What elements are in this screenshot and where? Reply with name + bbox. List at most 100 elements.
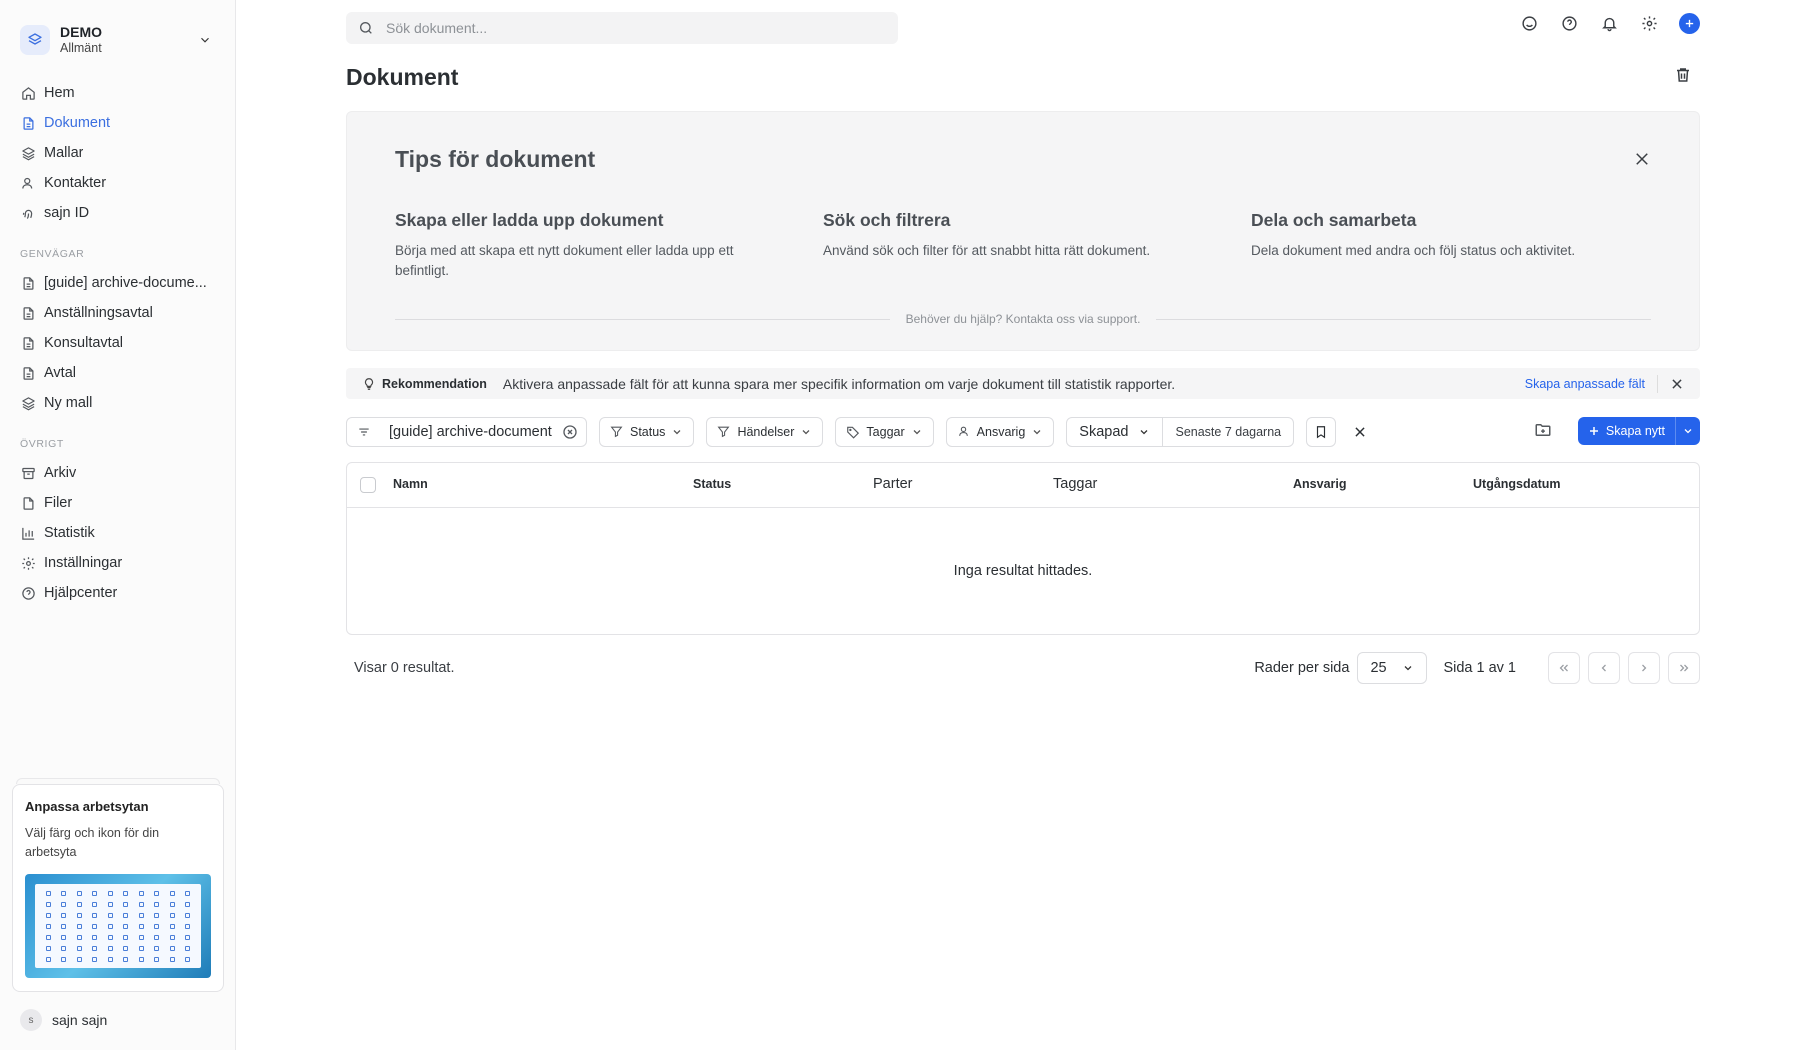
column-header-responsible[interactable]: Ansvarig <box>1293 477 1347 491</box>
promo-text: Välj färg och ikon för din arbetsyta <box>25 826 160 859</box>
sidebar-item-sajn-id[interactable]: sajn ID <box>12 198 223 228</box>
sidebar-item-label: Mallar <box>44 145 84 161</box>
column-header-parties: Parter <box>873 476 913 492</box>
responsible-filter-button[interactable]: Ansvarig <box>945 417 1055 447</box>
sidebar-item-label: Filer <box>44 495 73 511</box>
close-icon[interactable] <box>1670 377 1684 391</box>
select-all-checkbox[interactable] <box>360 477 376 493</box>
chevron-down-icon <box>1138 426 1150 438</box>
last-page-button[interactable] <box>1668 652 1700 684</box>
search-input[interactable] <box>386 20 866 36</box>
sidebar-item-archive[interactable]: Arkiv <box>12 458 223 488</box>
sidebar-item-label: Statistik <box>44 525 95 541</box>
sidebar-item-label: sajn ID <box>44 205 90 221</box>
document-search-filter[interactable]: [guide] archive-document <box>346 417 587 447</box>
tips-help-divider: Behöver du hjälp? Kontakta oss via suppo… <box>395 312 1652 326</box>
column-header-expiry-date[interactable]: Utgångsdatum <box>1473 477 1561 491</box>
filter-lines-icon <box>357 425 371 439</box>
sidebar-item-label: Inställningar <box>44 555 123 571</box>
created-date-filter: Skapad Senaste 7 dagarna <box>1066 417 1295 447</box>
recommendation-banner: Rekommendation Aktivera anpassade fält f… <box>346 368 1700 399</box>
customize-workspace-card[interactable]: Anpassa arbetsytan Välj färg och ikon fö… <box>12 784 224 992</box>
created-range-button[interactable]: Senaste 7 dagarna <box>1163 418 1293 446</box>
layers-icon <box>20 395 36 411</box>
sidebar-item-templates[interactable]: Mallar <box>12 138 223 168</box>
gear-icon[interactable] <box>1639 14 1659 34</box>
bookmark-button[interactable] <box>1306 417 1337 447</box>
status-filter-label: Status <box>630 425 666 439</box>
topbar <box>346 12 1700 44</box>
events-filter-label: Händelser <box>737 425 795 439</box>
column-header-tags: Taggar <box>1053 476 1098 492</box>
column-header-status[interactable]: Status <box>693 477 731 491</box>
chevron-right-icon <box>1638 662 1650 674</box>
filter-bar: [guide] archive-document Status Händelse… <box>346 417 1700 447</box>
trash-icon[interactable] <box>1674 66 1694 86</box>
create-custom-fields-link[interactable]: Skapa anpassade fält <box>1525 377 1645 391</box>
plus-circle-icon[interactable] <box>1679 13 1700 34</box>
sidebar-shortcut-item[interactable]: Konsultavtal <box>12 328 223 358</box>
help-icon[interactable] <box>1559 14 1579 34</box>
column-header-name[interactable]: Namn <box>393 477 428 491</box>
events-filter-button[interactable]: Händelser <box>706 417 824 447</box>
create-new-button[interactable]: Skapa nytt <box>1578 417 1676 445</box>
chevron-down-icon[interactable] <box>195 30 215 50</box>
sidebar-item-settings[interactable]: Inställningar <box>12 548 223 578</box>
sidebar-item-label: Hem <box>44 85 75 101</box>
search-filter-value[interactable]: [guide] archive-document <box>389 424 554 440</box>
sidebar-item-home[interactable]: Hem <box>12 78 223 108</box>
sidebar-shortcut-item[interactable]: Ny mall <box>12 388 223 418</box>
tip-text: Dela dokument med andra och följ status … <box>1251 243 1576 258</box>
sidebar-item-statistics[interactable]: Statistik <box>12 518 223 548</box>
pagination: Rader per sida 25 Sida 1 av 1 <box>1254 652 1700 684</box>
folder-plus-icon[interactable] <box>1534 421 1554 441</box>
chevron-down-icon <box>1031 426 1043 438</box>
search-box[interactable] <box>346 12 898 44</box>
tip-share-collaborate: Dela och samarbeta Dela dokument med and… <box>1251 210 1631 261</box>
tips-title: Tips för dokument <box>395 146 596 172</box>
next-page-button[interactable] <box>1628 652 1660 684</box>
smiley-icon[interactable] <box>1519 14 1539 34</box>
sidebar-shortcut-item[interactable]: Avtal <box>12 358 223 388</box>
clear-filters-button[interactable] <box>1350 422 1370 442</box>
close-icon[interactable] <box>1633 150 1651 168</box>
sidebar-item-documents[interactable]: Dokument <box>12 108 223 138</box>
sidebar-item-label: Anställningsavtal <box>44 305 153 321</box>
previous-page-button[interactable] <box>1588 652 1620 684</box>
chevron-down-icon <box>800 426 812 438</box>
first-page-button[interactable] <box>1548 652 1580 684</box>
user-name: sajn sajn <box>52 1012 108 1028</box>
rows-per-page-label: Rader per sida <box>1254 660 1350 676</box>
shortcuts-section-label: GENVÄGAR <box>20 248 85 260</box>
tip-title: Sök och filtrera <box>823 210 951 230</box>
sidebar-shortcut-item[interactable]: [guide] archive-docume... <box>12 268 223 298</box>
bar-chart-icon <box>20 525 36 541</box>
user-menu[interactable]: s sajn sajn <box>20 1009 107 1031</box>
rows-per-page-select[interactable]: 25 <box>1357 652 1428 684</box>
sidebar-item-help-center[interactable]: Hjälpcenter <box>12 578 223 608</box>
page-info: Sida 1 av 1 <box>1443 660 1516 676</box>
workspace-switcher[interactable]: DEMO Allmänt <box>0 0 235 64</box>
layers-icon <box>20 145 36 161</box>
created-dropdown[interactable]: Skapad <box>1067 418 1164 446</box>
create-new-dropdown[interactable] <box>1676 417 1700 445</box>
status-filter-button[interactable]: Status <box>599 417 695 447</box>
tip-search-filter: Sök och filtrera Använd sök och filter f… <box>823 210 1203 261</box>
tags-filter-button[interactable]: Taggar <box>835 417 934 447</box>
sidebar-item-files[interactable]: Filer <box>12 488 223 518</box>
user-icon <box>957 425 971 439</box>
sidebar-item-label: Konsultavtal <box>44 335 123 351</box>
tip-title: Dela och samarbeta <box>1251 210 1417 230</box>
sidebar-item-label: Arkiv <box>44 465 77 481</box>
sidebar-item-label: [guide] archive-docume... <box>44 275 207 291</box>
chevron-down-icon <box>911 426 923 438</box>
funnel-icon <box>717 425 731 439</box>
sidebar-shortcut-item[interactable]: Anställningsavtal <box>12 298 223 328</box>
home-icon <box>20 85 36 101</box>
clear-circle-icon[interactable] <box>562 424 578 440</box>
bell-icon[interactable] <box>1599 14 1619 34</box>
sidebar-item-contacts[interactable]: Kontakter <box>12 168 223 198</box>
create-new-button-group: Skapa nytt <box>1577 417 1700 445</box>
plus-icon <box>1588 425 1600 437</box>
search-icon <box>358 20 374 36</box>
